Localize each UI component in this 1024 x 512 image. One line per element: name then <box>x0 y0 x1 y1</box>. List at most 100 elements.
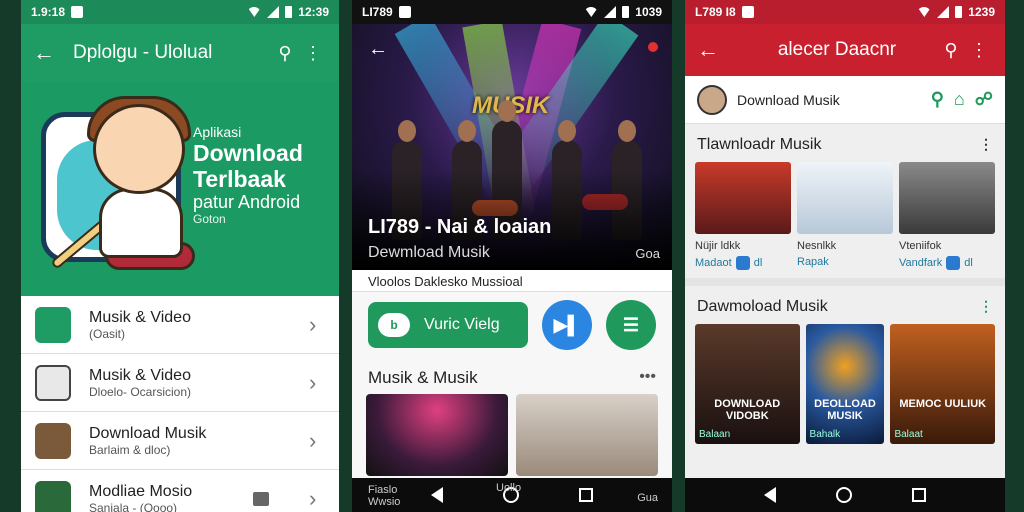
recents-nav-icon[interactable] <box>912 488 926 502</box>
nav-mid-caption: Uollo <box>496 482 522 494</box>
more-vert-icon[interactable]: ⋮ <box>299 43 327 64</box>
list-item[interactable]: Modliae Mosio Saniala - (Oooo) › <box>21 470 339 512</box>
list-item[interactable]: Musik & Video (Oasit) › <box>21 296 339 354</box>
avatar[interactable] <box>697 84 727 115</box>
app-title: alecer Daacnr <box>777 39 897 60</box>
poster-card[interactable]: DOWNLOAD VIDOBK Balaan <box>695 324 800 444</box>
list-item[interactable]: Download Musik Barlaim & dloc) › <box>21 412 339 470</box>
app-bar: ← Dplolgu - Ulolual ⚲ ⋮ <box>21 24 339 82</box>
poster-card[interactable]: DEOLLOAD MUSIK Bahalk <box>805 324 885 444</box>
back-arrow-icon[interactable]: ← <box>697 37 725 63</box>
status-clock: 1239 <box>968 5 995 19</box>
phone-middle: LI789 1039 MUSIK ← LI789 - Nai & loaian … <box>352 0 672 512</box>
status-bar: L789 I8 1239 <box>685 0 1005 24</box>
section-header: Musik & Musik ••• <box>352 358 672 394</box>
tile-extra: dl <box>753 257 763 269</box>
album-tile[interactable]: Nesnlkk Rapak <box>797 162 893 270</box>
banner-subtitle: Dewmload Musik <box>368 244 490 261</box>
chevron-right-icon: › <box>309 485 317 511</box>
recents-nav-icon[interactable] <box>579 488 593 502</box>
music-video-button[interactable]: b Vuric Vielg <box>368 302 528 348</box>
more-vert-icon[interactable]: ⋮ <box>979 136 993 154</box>
play-next-button[interactable]: ▶▌ <box>542 300 592 350</box>
artists-card[interactable] <box>516 394 658 476</box>
battery-icon <box>622 6 630 18</box>
concert-card[interactable] <box>366 394 508 476</box>
search-icon[interactable]: ⚲ <box>937 40 965 61</box>
button-label: Vuric Vielg <box>424 316 500 333</box>
tile-sub: Madaot <box>695 257 732 269</box>
hero-line1: Aplikasi <box>193 124 242 140</box>
item-name: Download Musik <box>89 424 207 442</box>
chevron-right-icon: › <box>309 427 317 453</box>
poster-row: DOWNLOAD VIDOBK Balaan DEOLLOAD MUSIK Ba… <box>685 324 1005 444</box>
item-name: Musik & Video <box>89 308 191 326</box>
menu-button[interactable]: ☰ <box>606 300 656 350</box>
more-horiz-icon[interactable]: ••• <box>639 368 656 388</box>
status-time: 1.9:18 <box>31 5 66 19</box>
poster-sub: Balaat <box>894 429 923 440</box>
wifi-icon <box>247 7 262 17</box>
concert-banner[interactable]: MUSIK ← LI789 - Nai & loaian Dewmload Mu… <box>352 24 672 270</box>
subline-text: Vloolos Daklesko Mussioal <box>352 270 672 292</box>
item-sub: Saniala - (Oooo) <box>89 500 178 512</box>
item-sub: Barlaim & dloc) <box>89 442 171 457</box>
battery-icon <box>955 6 963 18</box>
people-icon[interactable]: ☍ <box>975 89 993 110</box>
search-icon[interactable]: ⚲ <box>271 43 299 64</box>
app-title: Dplolgu - Ulolual <box>73 42 213 63</box>
tile-sub: Rapak <box>797 256 829 268</box>
action-row: b Vuric Vielg ▶▌ ☰ <box>352 292 672 358</box>
back-nav-icon[interactable] <box>431 487 443 503</box>
poster-sub: Balaan <box>699 429 731 440</box>
phone-left: 1.9:18 12:39 ← Dplolgu - Ulolual ⚲ ⋮ Apl… <box>21 0 339 512</box>
album-tile[interactable]: Nüjir ldkk Madaot dl <box>695 162 791 270</box>
status-clock: 12:39 <box>298 5 329 19</box>
back-nav-icon[interactable] <box>764 487 776 503</box>
signal-icon <box>267 6 280 18</box>
folder-icon <box>253 491 269 506</box>
home-nav-icon[interactable] <box>836 487 852 503</box>
bookmark-icon[interactable]: ⌂ <box>954 89 965 110</box>
item-sub: (Oasit) <box>89 326 125 341</box>
more-vert-icon[interactable]: ⋮ <box>979 298 993 316</box>
search-label: Download Musik <box>737 91 840 108</box>
chevron-right-icon: › <box>309 369 317 395</box>
back-arrow-icon[interactable]: ← <box>368 38 388 61</box>
poster-sub: Bahalk <box>809 429 841 440</box>
status-clock: 1039 <box>635 5 662 19</box>
system-nav-bar <box>685 478 1005 512</box>
poster-title: DOWNLOAD VIDOBK <box>714 398 781 422</box>
back-arrow-icon[interactable]: ← <box>33 40 61 66</box>
section-title: Musik & Musik <box>368 368 478 387</box>
tile-name: Vteniifok <box>899 240 942 252</box>
notification-icon <box>71 6 84 18</box>
item-sub: Dloelo- Ocarsicion) <box>89 384 192 399</box>
app-list: Musik & Video (Oasit) › Musik & Video Dl… <box>21 296 339 512</box>
mascot-body <box>99 188 183 258</box>
more-vert-icon[interactable]: ⋮ <box>965 40 993 61</box>
notification-icon <box>398 6 411 18</box>
section-header: Dawmoload Musik ⋮ <box>685 286 1005 324</box>
status-time: LI789 <box>362 5 393 19</box>
poster-card[interactable]: MEMOC UULIUK Balaat <box>890 324 995 444</box>
tile-sub: Vandfark <box>899 257 943 269</box>
album-tile[interactable]: Vteniifok Vandfark dl <box>899 162 995 270</box>
divider <box>685 278 1005 286</box>
section-title: Dawmoload Musik <box>697 298 828 315</box>
tile-row: Nüjir ldkk Madaot dl Nesnlkk Rapak Vtenii… <box>685 162 1005 270</box>
status-bar: LI789 1039 <box>352 0 672 24</box>
nav-right-caption: Gua <box>637 492 658 504</box>
hero-banner[interactable]: Aplikasi Download Terlbaak patur Android… <box>21 82 339 296</box>
search-icon[interactable]: ⚲ <box>931 89 944 110</box>
nav-left-caption: Fiaslo Wwsio <box>368 484 401 508</box>
hero-line4: patur Android <box>193 192 301 212</box>
banner-title: LI789 - Nai & loaian <box>368 216 552 238</box>
badge-icon <box>946 256 961 270</box>
button-pill-icon: b <box>378 313 410 337</box>
banner-side-text: Goa <box>635 246 660 261</box>
search-bar[interactable]: Download Musik ⚲ ⌂ ☍ <box>685 76 1005 124</box>
album-art <box>797 162 893 234</box>
list-item[interactable]: Musik & Video Dloelo- Ocarsicion) › <box>21 354 339 412</box>
notification-icon <box>741 6 754 18</box>
